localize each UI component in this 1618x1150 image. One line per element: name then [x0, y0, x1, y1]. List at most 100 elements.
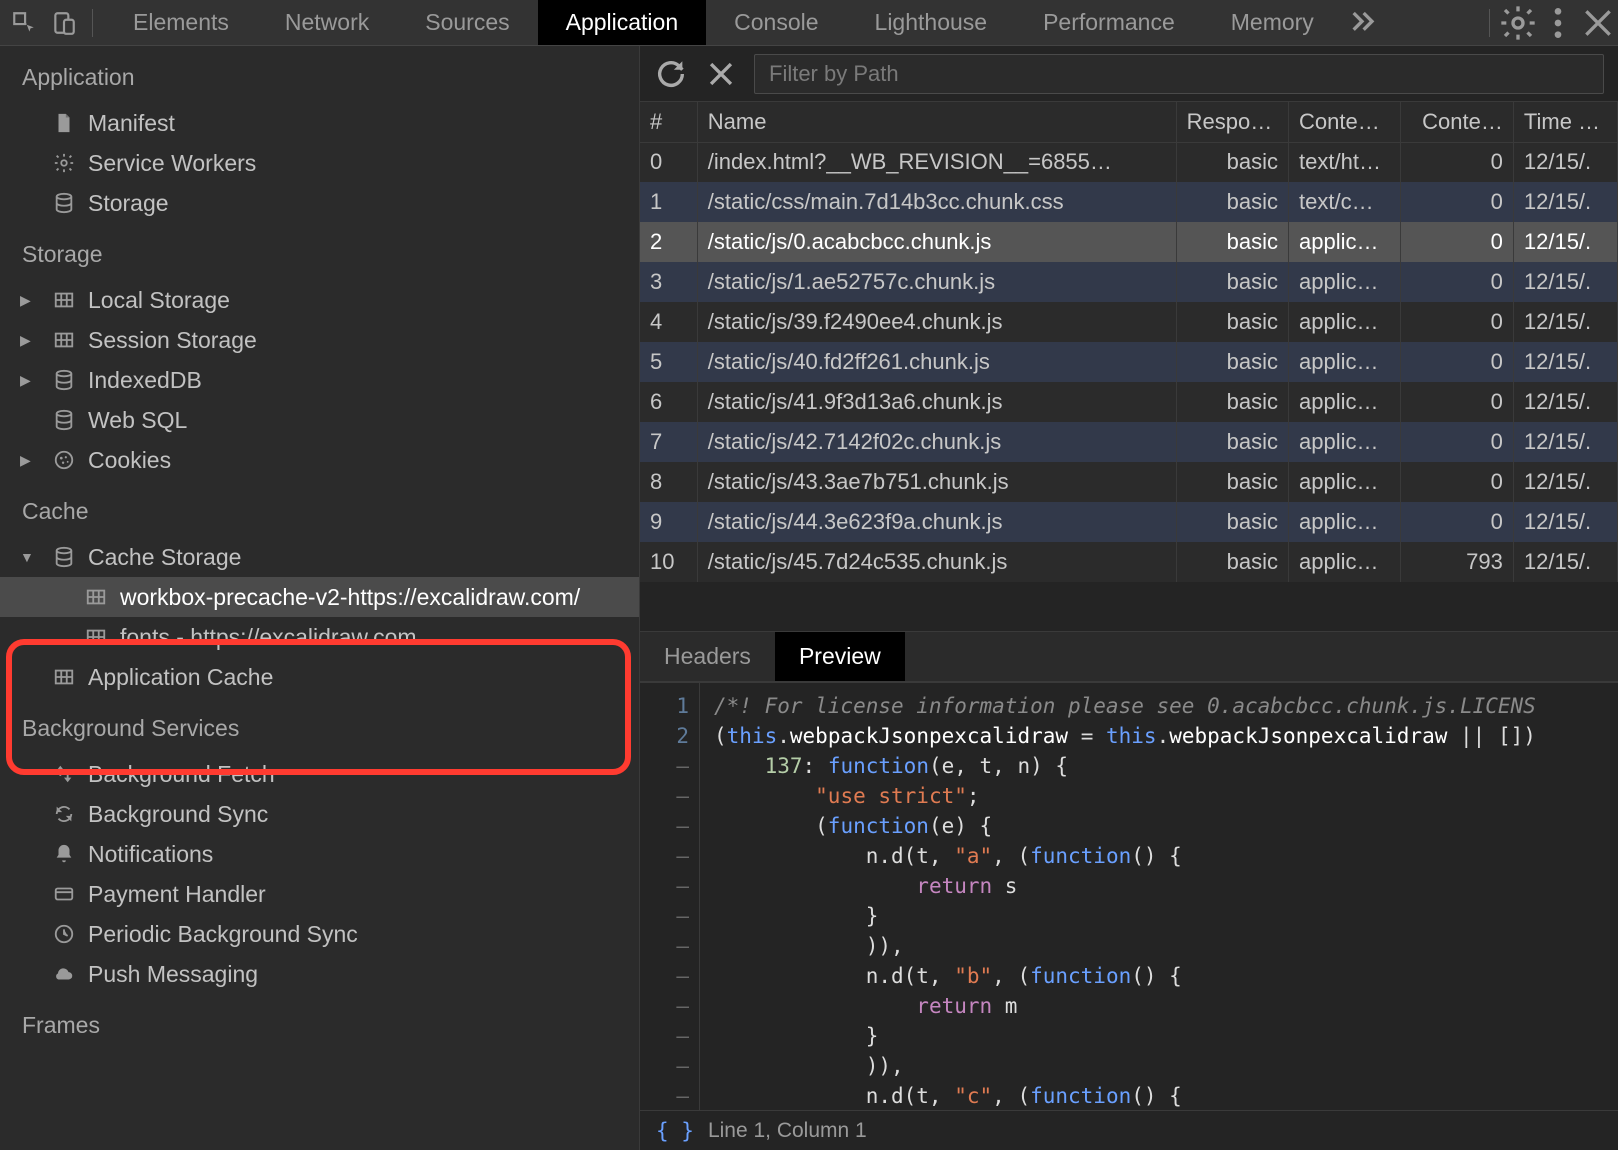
cache-entry-workbox-precache-v2-https-excalidraw-com[interactable]: workbox-precache-v2-https://excalidraw.c…: [0, 577, 639, 617]
row-index: 4: [640, 302, 697, 342]
table-row[interactable]: 3/static/js/1.ae52757c.chunk.jsbasicappl…: [640, 262, 1618, 302]
sidebar-item-notifications[interactable]: Notifications: [0, 834, 639, 874]
tab-application[interactable]: Application: [538, 0, 707, 45]
expand-arrow-icon[interactable]: ▶: [20, 372, 36, 389]
expand-arrow-icon[interactable]: ▼: [20, 549, 36, 565]
table-row[interactable]: 2/static/js/0.acabcbcc.chunk.jsbasicappl…: [640, 222, 1618, 262]
sidebar-item-background-sync[interactable]: Background Sync: [0, 794, 639, 834]
table-row[interactable]: 8/static/js/43.3ae7b751.chunk.jsbasicapp…: [640, 462, 1618, 502]
sidebar-item-cache-storage[interactable]: ▼Cache Storage: [0, 537, 639, 577]
expand-arrow-icon[interactable]: ▶: [20, 332, 36, 349]
sidebar-item-web-sql[interactable]: Web SQL: [0, 400, 639, 440]
cache-entries-table: #NameRespo…Conte…Conte…Time … 0/index.ht…: [640, 102, 1618, 632]
section-title-cache: Cache: [0, 480, 639, 537]
row-name: /static/css/main.7d14b3cc.chunk.css: [697, 182, 1176, 222]
tab-memory[interactable]: Memory: [1203, 0, 1342, 45]
sidebar-item-periodic-background-sync[interactable]: Periodic Background Sync: [0, 914, 639, 954]
subtab-headers[interactable]: Headers: [640, 632, 775, 681]
sidebar-item-application-cache[interactable]: Application Cache: [0, 657, 639, 697]
row-clen: 0: [1401, 302, 1513, 342]
tab-sources[interactable]: Sources: [397, 0, 537, 45]
pretty-print-icon[interactable]: { }: [656, 1119, 694, 1143]
col-header[interactable]: #: [640, 102, 697, 142]
updown-icon: [52, 762, 76, 786]
expand-arrow-icon[interactable]: ▶: [20, 292, 36, 309]
tab-elements[interactable]: Elements: [105, 0, 257, 45]
sidebar-label: Application Cache: [88, 664, 273, 691]
col-header[interactable]: Conte…: [1289, 102, 1401, 142]
device-toggle-icon[interactable]: [44, 3, 84, 43]
close-devtools-icon[interactable]: [1578, 3, 1618, 43]
section-title-storage: Storage: [0, 223, 639, 280]
section-title-frames: Frames: [0, 994, 639, 1051]
settings-icon[interactable]: [1498, 3, 1538, 43]
line-number-gutter: 12–––––––––––––: [640, 683, 700, 1110]
table-row[interactable]: 9/static/js/44.3e623f9a.chunk.jsbasicapp…: [640, 502, 1618, 542]
sidebar-label: Cookies: [88, 447, 171, 474]
sidebar-label: Push Messaging: [88, 961, 258, 988]
tab-console[interactable]: Console: [706, 0, 846, 45]
cache-entry-fonts-https-excalidraw-com[interactable]: fonts - https://excalidraw.com: [0, 617, 639, 657]
sidebar-item-push-messaging[interactable]: Push Messaging: [0, 954, 639, 994]
tab-network[interactable]: Network: [257, 0, 397, 45]
row-ctype: applic…: [1289, 462, 1401, 502]
expand-arrow-icon[interactable]: ▶: [20, 452, 36, 469]
file-icon: [52, 111, 76, 135]
sidebar-item-payment-handler[interactable]: Payment Handler: [0, 874, 639, 914]
bell-icon: [52, 842, 76, 866]
row-time: 12/15/.: [1513, 502, 1617, 542]
table-row[interactable]: 10/static/js/45.7d24c535.chunk.jsbasicap…: [640, 542, 1618, 582]
inspect-element-icon[interactable]: [4, 3, 44, 43]
table-row[interactable]: 0/index.html?__WB_REVISION__=6855…basict…: [640, 142, 1618, 182]
sidebar-item-indexeddb[interactable]: ▶IndexedDB: [0, 360, 639, 400]
sidebar-item-cookies[interactable]: ▶ Cookies: [0, 440, 639, 480]
row-index: 0: [640, 142, 697, 182]
sidebar-item-local-storage[interactable]: ▶Local Storage: [0, 280, 639, 320]
sidebar-label: Payment Handler: [88, 881, 266, 908]
refresh-icon[interactable]: [654, 57, 688, 91]
subtab-preview[interactable]: Preview: [775, 632, 905, 681]
section-title-application: Application: [0, 46, 639, 103]
row-response: basic: [1176, 142, 1288, 182]
col-header[interactable]: Conte…: [1401, 102, 1513, 142]
preview-code-pane[interactable]: 12––––––––––––– /*! For license informat…: [640, 682, 1618, 1110]
editor-statusbar: { } Line 1, Column 1: [640, 1110, 1618, 1150]
sidebar-item-service-workers[interactable]: Service Workers: [0, 143, 639, 183]
tab-performance[interactable]: Performance: [1015, 0, 1203, 45]
row-response: basic: [1176, 422, 1288, 462]
row-response: basic: [1176, 222, 1288, 262]
sidebar-label: Service Workers: [88, 150, 256, 177]
sidebar-label: Manifest: [88, 110, 175, 137]
row-name: /index.html?__WB_REVISION__=6855…: [697, 142, 1176, 182]
sidebar-item-background-fetch[interactable]: Background Fetch: [0, 754, 639, 794]
cloud-icon: [52, 962, 76, 986]
row-time: 12/15/.: [1513, 422, 1617, 462]
database-icon: [52, 368, 76, 392]
row-index: 9: [640, 502, 697, 542]
table-row[interactable]: 6/static/js/41.9f3d13a6.chunk.jsbasicapp…: [640, 382, 1618, 422]
row-clen: 0: [1401, 382, 1513, 422]
sync-icon: [52, 802, 76, 826]
more-tabs-icon[interactable]: [1342, 3, 1382, 43]
sidebar-item-manifest[interactable]: Manifest: [0, 103, 639, 143]
row-response: basic: [1176, 382, 1288, 422]
filter-path-input[interactable]: [754, 54, 1604, 94]
table-row[interactable]: 1/static/css/main.7d14b3cc.chunk.cssbasi…: [640, 182, 1618, 222]
row-ctype: applic…: [1289, 382, 1401, 422]
col-header[interactable]: Name: [697, 102, 1176, 142]
row-clen: 0: [1401, 342, 1513, 382]
table-row[interactable]: 4/static/js/39.f2490ee4.chunk.jsbasicapp…: [640, 302, 1618, 342]
table-row[interactable]: 5/static/js/40.fd2ff261.chunk.jsbasicapp…: [640, 342, 1618, 382]
cookie-icon: [52, 448, 76, 472]
col-header[interactable]: Time …: [1513, 102, 1617, 142]
sidebar-item-storage[interactable]: Storage: [0, 183, 639, 223]
delete-entry-icon[interactable]: [704, 57, 738, 91]
row-clen: 0: [1401, 182, 1513, 222]
sidebar-item-session-storage[interactable]: ▶Session Storage: [0, 320, 639, 360]
row-ctype: applic…: [1289, 262, 1401, 302]
col-header[interactable]: Respo…: [1176, 102, 1288, 142]
row-ctype: applic…: [1289, 422, 1401, 462]
kebab-menu-icon[interactable]: [1538, 3, 1578, 43]
tab-lighthouse[interactable]: Lighthouse: [847, 0, 1016, 45]
table-row[interactable]: 7/static/js/42.7142f02c.chunk.jsbasicapp…: [640, 422, 1618, 462]
